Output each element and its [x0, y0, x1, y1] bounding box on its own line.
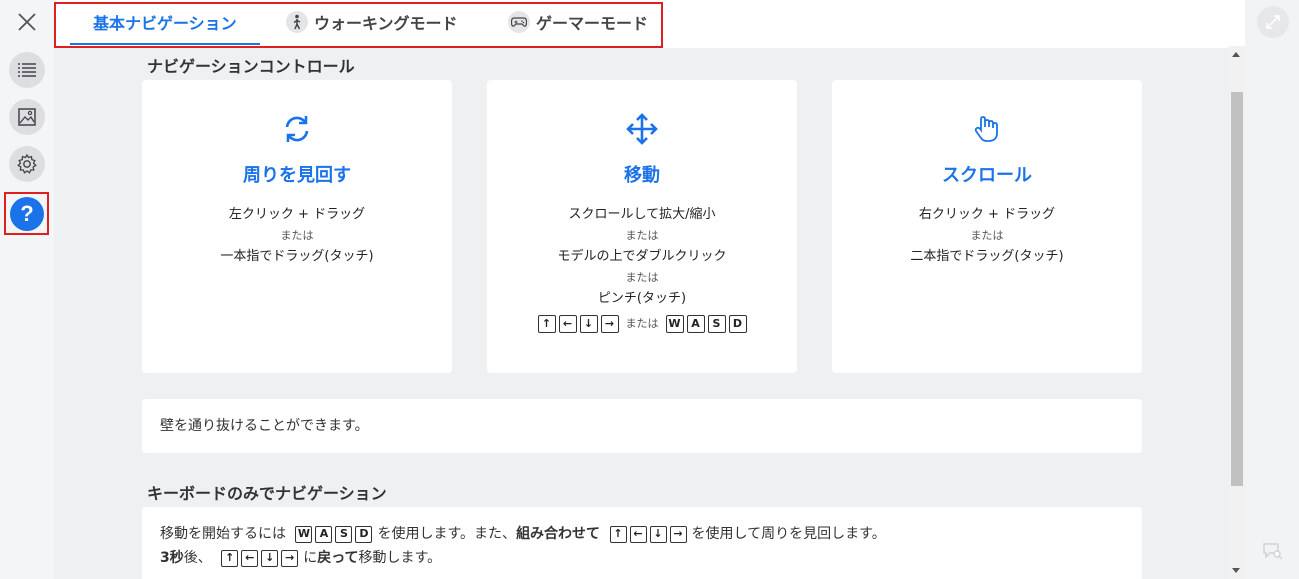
card-scroll: スクロール 右クリック + ドラッグ または 二本指でドラッグ(タッチ) — [832, 80, 1142, 373]
card-or: または — [625, 271, 659, 284]
wasd-keys: W A S D — [295, 525, 373, 543]
move-arrows-icon — [626, 113, 658, 145]
bold-text: 戻って — [317, 550, 359, 566]
keyboard-line-1: 移動を開始するには W A S D を使用します。また、組み合わせて ↑ ← ↓… — [160, 522, 1124, 546]
arrow-keys: ↑ ← ↓ → — [609, 525, 687, 543]
card-move: 移動 スクロールして拡大/縮小 または モデルの上でダブルクリック または ピン… — [487, 80, 797, 373]
card-or: または — [625, 229, 659, 242]
expand-icon — [1266, 15, 1280, 29]
key-arrow-right: → — [600, 314, 619, 333]
card-line: モデルの上でダブルクリック — [557, 249, 727, 264]
keys-or: または — [625, 317, 659, 330]
card-line: 右クリック + ドラッグ — [918, 207, 1056, 222]
keyboard-info-box: 移動を開始するには W A S D を使用します。また、組み合わせて ↑ ← ↓… — [142, 507, 1142, 579]
card-or: または — [970, 229, 1004, 242]
key-arrow-up: ↑ — [221, 549, 239, 567]
walking-person-icon — [286, 11, 308, 33]
key-arrow-left: ← — [241, 549, 259, 567]
key-arrow-left: ← — [629, 525, 647, 543]
key-w: W — [295, 525, 313, 543]
key-s: S — [335, 525, 353, 543]
bold-text: 3秒 — [160, 550, 184, 566]
close-icon — [18, 13, 36, 31]
key-arrow-right: → — [669, 525, 687, 543]
settings-button[interactable] — [9, 146, 45, 182]
card-title: スクロール — [942, 165, 1032, 186]
help-highlight: ? — [4, 192, 49, 235]
scroll-thumb[interactable] — [1231, 92, 1243, 486]
key-arrow-down: ↓ — [649, 525, 667, 543]
card-line: 一本指でドラッグ(タッチ) — [220, 249, 374, 264]
card-line: スクロールして拡大/縮小 — [568, 207, 716, 222]
nav-controls-title: ナビゲーションコントロール — [147, 57, 355, 76]
key-s: S — [707, 314, 726, 333]
key-arrow-up: ↑ — [609, 525, 627, 543]
keyboard-line-2: 3秒後、 ↑ ← ↓ → に戻って移動します。 — [160, 546, 1124, 570]
arrow-keys: ↑ ← ↓ → — [221, 549, 299, 567]
key-row: ↑ ← ↓ → または W A S D — [487, 313, 797, 334]
card-line: 左クリック + ドラッグ — [228, 207, 366, 222]
vertical-scrollbar[interactable] — [1228, 46, 1245, 579]
tab-basic-navigation[interactable]: 基本ナビゲーション — [93, 10, 237, 34]
key-arrow-down: ↓ — [261, 549, 279, 567]
text: 移動します。 — [358, 550, 442, 566]
key-a: A — [315, 525, 333, 543]
card-look-around: 周りを見回す 左クリック + ドラッグ または 一本指でドラッグ(タッチ) — [142, 80, 452, 373]
key-arrow-down: ↓ — [579, 314, 598, 333]
card-title: 移動 — [624, 165, 660, 186]
list-icon — [18, 63, 36, 77]
scroll-up-arrow[interactable] — [1232, 52, 1240, 57]
fullscreen-button[interactable] — [1257, 6, 1289, 38]
image-button[interactable] — [9, 99, 45, 135]
card-title: 周りを見回す — [243, 165, 351, 186]
card-or: または — [280, 229, 314, 242]
text: を使用します。また、 — [377, 526, 517, 542]
tab-label: ウォーキングモード — [314, 14, 458, 33]
help-icon: ? — [20, 201, 34, 226]
text: に — [303, 550, 318, 566]
hand-pointer-icon — [974, 116, 998, 142]
key-arrow-right: → — [281, 549, 299, 567]
bold-text: 組み合わせて — [516, 526, 601, 542]
text: を使用して周りを見回します。 — [691, 526, 886, 542]
key-a: A — [686, 314, 705, 333]
note-text: 壁を通り抜けることができます。 — [160, 418, 369, 434]
help-button[interactable]: ? — [10, 197, 44, 231]
tab-gamer-mode[interactable]: ゲーマーモード — [508, 10, 648, 34]
gear-icon — [17, 153, 37, 174]
close-button[interactable] — [9, 4, 45, 40]
scroll-down-arrow[interactable] — [1232, 568, 1240, 573]
rotate-arrows-icon — [285, 116, 309, 142]
active-tab-indicator — [70, 43, 260, 45]
text: 移動を開始するには — [160, 526, 286, 542]
left-rail: ? — [0, 0, 54, 579]
card-line: 二本指でドラッグ(タッチ) — [910, 249, 1064, 264]
tab-walking-mode[interactable]: ウォーキングモード — [286, 10, 458, 34]
list-button[interactable] — [9, 52, 45, 88]
gamepad-icon — [508, 11, 530, 33]
card-line: ピンチ(タッチ) — [597, 291, 687, 306]
feedback-button[interactable] — [1262, 542, 1284, 564]
key-d: D — [728, 314, 747, 333]
image-icon — [18, 108, 36, 126]
tab-label: 基本ナビゲーション — [93, 14, 237, 33]
key-w: W — [665, 314, 684, 333]
chat-search-icon — [1263, 543, 1283, 560]
key-arrow-up: ↑ — [537, 314, 556, 333]
key-arrow-left: ← — [558, 314, 577, 333]
tab-label: ゲーマーモード — [536, 14, 649, 33]
key-d: D — [355, 525, 373, 543]
note-box: 壁を通り抜けることができます。 — [142, 399, 1142, 453]
keyboard-nav-title: キーボードのみでナビゲーション — [147, 484, 387, 503]
right-panel — [1245, 0, 1299, 579]
text: 後、 — [183, 550, 212, 566]
